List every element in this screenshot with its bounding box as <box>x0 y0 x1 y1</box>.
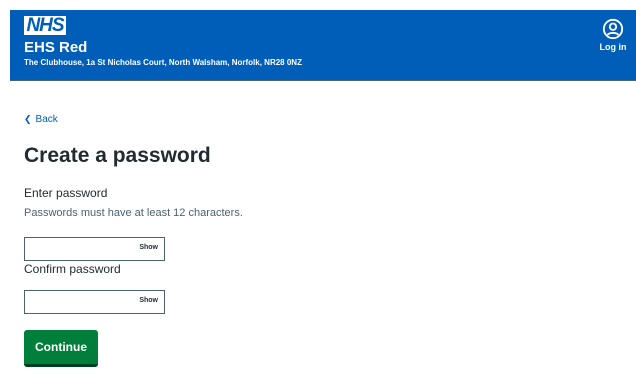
show-password-button[interactable]: Show <box>139 244 158 251</box>
password-input[interactable] <box>27 240 131 260</box>
site-header: NHS EHS Red The Clubhouse, 1a St Nichola… <box>10 10 636 81</box>
back-link[interactable]: ❮ Back <box>24 114 58 125</box>
back-label: Back <box>35 114 58 125</box>
page-title: Create a password <box>24 144 211 167</box>
show-confirm-password-button[interactable]: Show <box>139 297 158 304</box>
organisation-address: The Clubhouse, 1a St Nicholas Court, Nor… <box>24 58 302 67</box>
login-link[interactable]: Log in <box>598 18 628 52</box>
password-label: Enter password <box>24 186 108 200</box>
password-hint: Passwords must have at least 12 characte… <box>24 207 243 219</box>
confirm-password-label: Confirm password <box>24 262 121 276</box>
confirm-password-field: Show <box>24 290 165 314</box>
login-label: Log in <box>599 42 627 52</box>
organisation-name: EHS Red <box>24 39 88 56</box>
chevron-left-icon: ❮ <box>24 114 32 124</box>
continue-button[interactable]: Continue <box>24 330 98 367</box>
password-field: Show <box>24 237 165 261</box>
user-circle-icon <box>602 18 624 40</box>
nhs-logo[interactable]: NHS <box>24 16 66 35</box>
confirm-password-input[interactable] <box>27 293 131 313</box>
